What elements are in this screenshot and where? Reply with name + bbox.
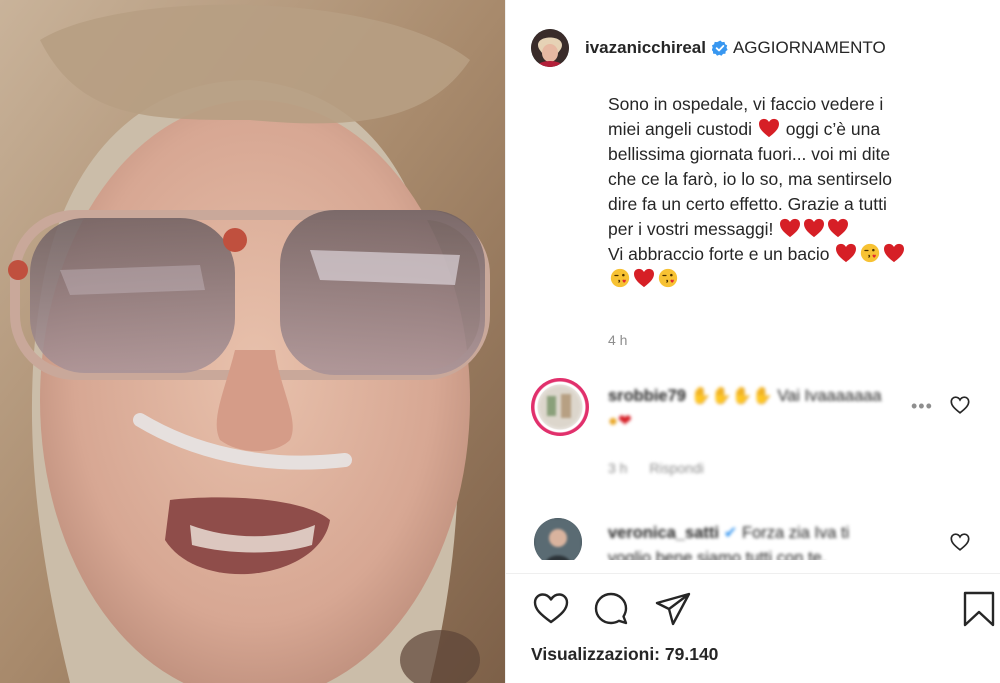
kiss-face-emoji-icon: [658, 268, 678, 288]
red-heart-emoji-icon: [828, 218, 849, 238]
avatar[interactable]: [531, 29, 569, 67]
views-value: 79.140: [664, 644, 719, 664]
video-frame: [0, 0, 505, 683]
actions-divider: [506, 573, 1000, 574]
bookmark-icon[interactable]: [959, 589, 999, 629]
caption-line-8: Vi abbraccio forte e un bacio: [608, 244, 830, 264]
comment-avatar[interactable]: [534, 518, 582, 566]
comment-avatar-image: [534, 518, 582, 566]
comment-username[interactable]: srobbie79: [608, 387, 686, 405]
like-comment-icon[interactable]: [949, 394, 971, 416]
caption-line-4: bellissima giornata fuori... voi mi dite: [608, 144, 891, 164]
caption-line-2: miei angeli custodi: [608, 119, 752, 139]
comment-time[interactable]: 3 h: [608, 460, 627, 476]
comment-meta: 3 h Rispondi: [608, 460, 722, 476]
views-label: Visualizzazioni:: [531, 644, 661, 664]
comment-avatar[interactable]: [531, 378, 589, 436]
avatar-image: [531, 29, 569, 67]
comment-icon[interactable]: [591, 589, 631, 629]
post-username[interactable]: ivazanicchireal: [585, 38, 706, 58]
caption-line-1: Sono in ospedale, vi faccio vedere i: [608, 94, 884, 114]
red-heart-emoji-icon: [758, 118, 779, 138]
post-header: ivazanicchireal AGGIORNAMENTO: [531, 28, 886, 68]
action-bar: [531, 589, 1000, 629]
kiss-face-emoji-icon: [861, 243, 880, 263]
comment-body: Vai Ivaaaaaaa: [777, 387, 882, 405]
post-video[interactable]: [0, 0, 505, 683]
comment-username[interactable]: veronica_satti: [608, 524, 719, 542]
caption-line-7: per i vostri messaggi!: [608, 219, 774, 239]
post-timestamp[interactable]: 4 h: [608, 332, 627, 348]
post-caption: Sono in ospedale, vi faccio vedere i mie…: [608, 92, 973, 292]
red-heart-emoji-icon: [884, 243, 905, 263]
red-heart-emoji-icon: [780, 218, 801, 238]
comment-text: srobbie79 ✋✋✋✋ Vai Ivaaaaaaa ●❤: [608, 387, 882, 430]
like-comment-icon[interactable]: [949, 531, 971, 553]
post-status-label: AGGIORNAMENTO: [732, 38, 886, 57]
post-panel: ivazanicchireal AGGIORNAMENTO Sono in os…: [505, 0, 1000, 683]
share-icon[interactable]: [653, 589, 693, 629]
comments-clip: [506, 560, 1000, 574]
verified-badge-icon: [711, 40, 728, 56]
red-heart-emoji-icon: [804, 218, 825, 238]
caption-line-6: dire fa un certo effetto. Grazie a tutti: [608, 194, 887, 214]
caption-line-3: oggi c’è una: [785, 119, 881, 139]
kiss-face-emoji-icon: [610, 268, 630, 288]
red-heart-emoji-icon: [634, 268, 654, 288]
reply-button[interactable]: Rispondi: [649, 460, 703, 476]
caption-line-5: che ce la farò, io lo so, ma sentirselo: [608, 169, 893, 189]
more-options-icon[interactable]: •••: [911, 396, 933, 417]
views-count[interactable]: Visualizzazioni: 79.140: [531, 644, 718, 665]
heart-icon[interactable]: [531, 589, 571, 629]
red-heart-emoji-icon: [836, 243, 857, 263]
comment-item: srobbie79 ✋✋✋✋ Vai Ivaaaaaaa ●❤ 3 h Risp…: [531, 378, 991, 488]
comment-avatar-image: [539, 386, 581, 428]
